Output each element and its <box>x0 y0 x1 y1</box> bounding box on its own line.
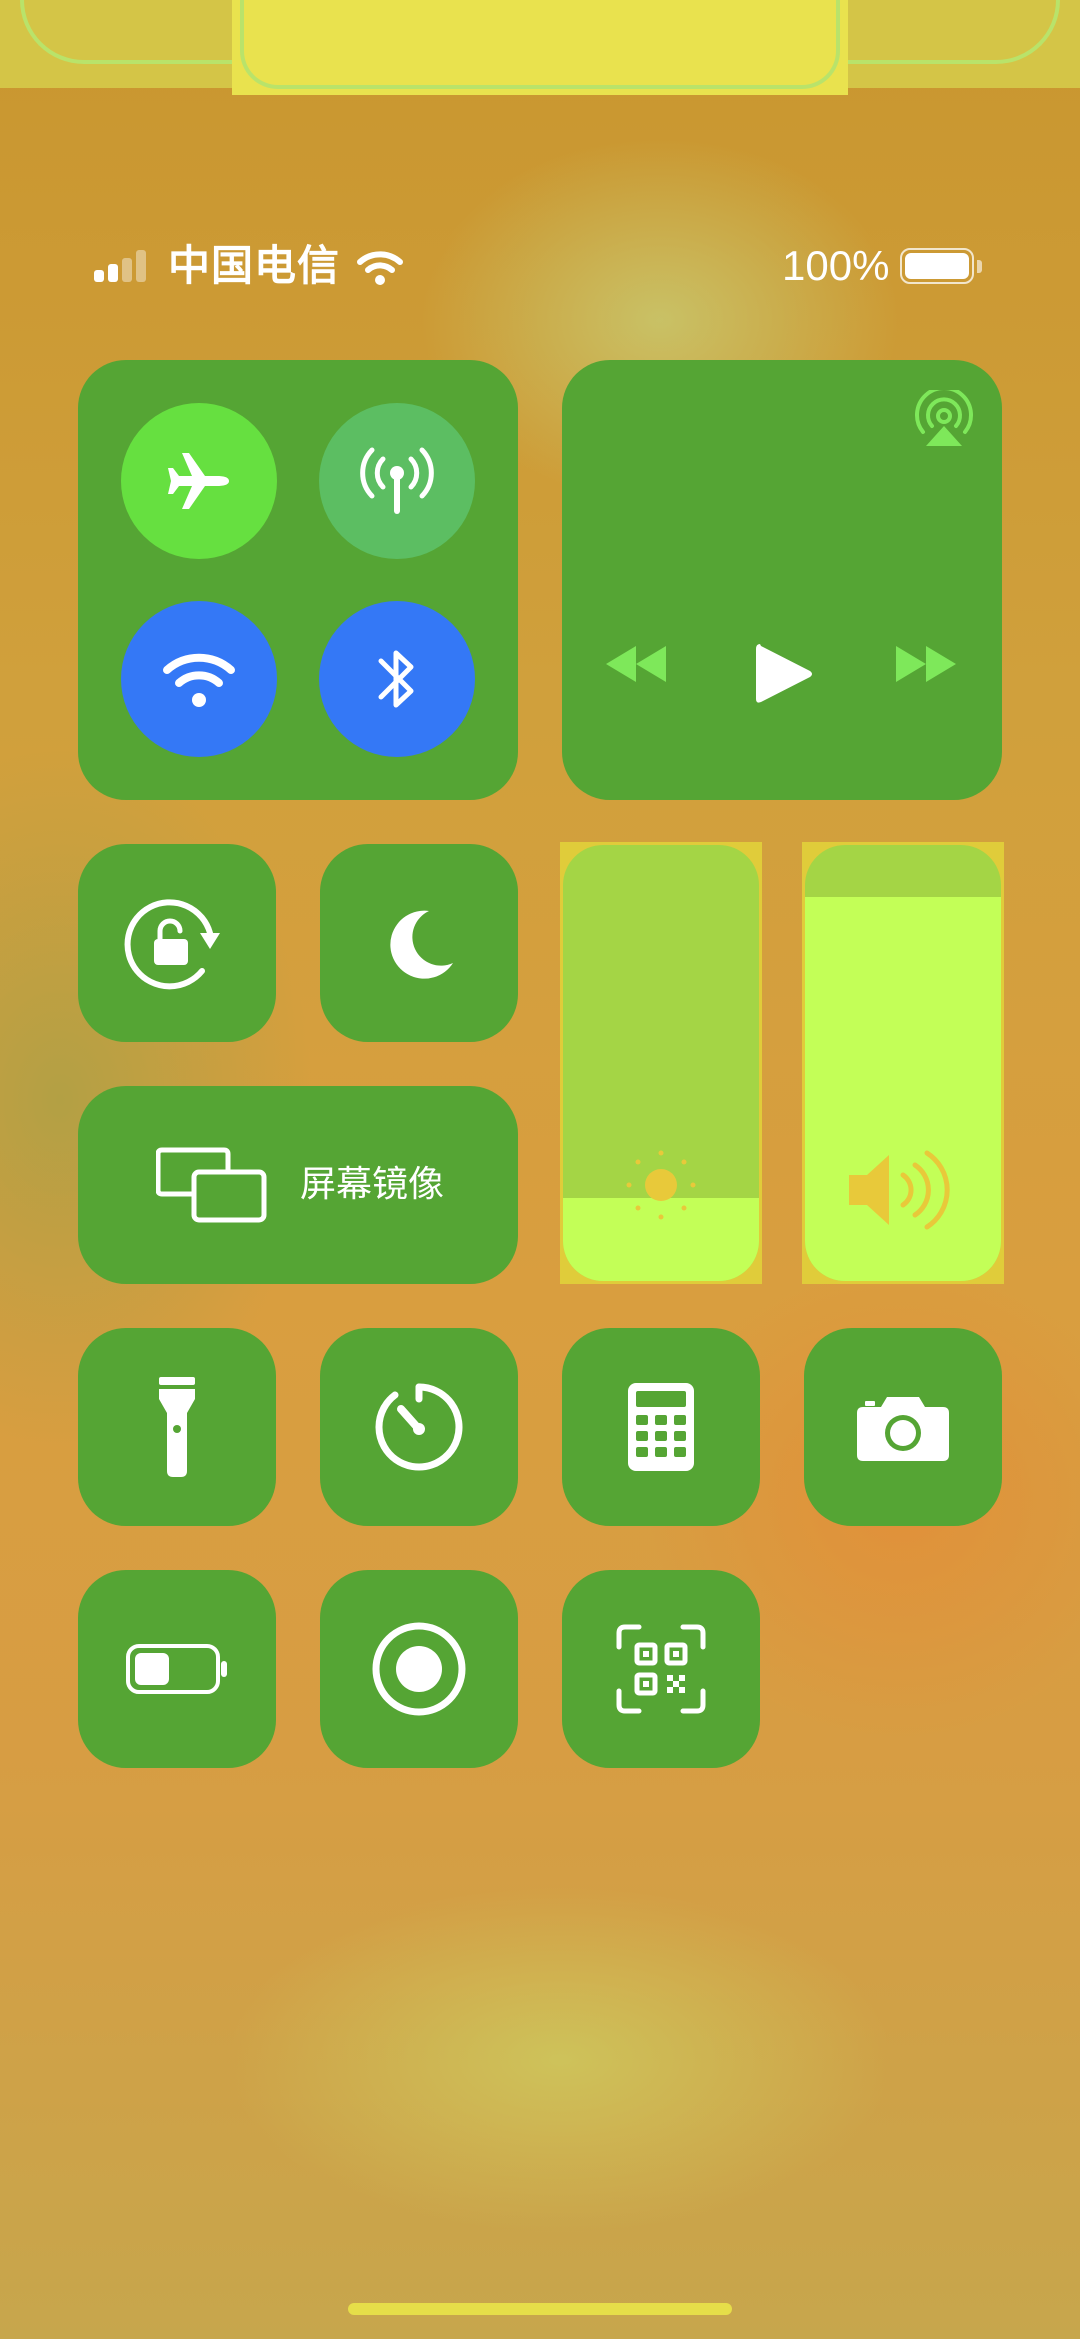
brightness-slider-frame <box>560 842 762 1284</box>
wifi-toggle[interactable] <box>121 601 277 757</box>
screen-mirroring-icon <box>156 1147 267 1223</box>
calculator-icon <box>628 1383 694 1471</box>
moon-icon <box>390 910 453 979</box>
home-indicator[interactable] <box>348 2303 732 2315</box>
bluetooth-icon <box>378 650 414 708</box>
wifi-status-icon <box>356 248 404 291</box>
connectivity-panel <box>78 360 518 800</box>
wifi-icon <box>163 653 235 707</box>
rewind-button[interactable] <box>602 642 670 691</box>
status-bar: 中国电信 100% <box>0 236 1080 296</box>
fast-forward-button[interactable] <box>892 642 960 691</box>
now-playing-panel <box>562 360 1002 800</box>
play-icon <box>756 644 812 703</box>
camera-button[interactable] <box>804 1328 1002 1526</box>
bluetooth-toggle[interactable] <box>319 601 475 757</box>
timer-icon <box>375 1383 463 1471</box>
volume-slider-frame <box>802 842 1004 1284</box>
cellular-data-toggle[interactable] <box>319 403 475 559</box>
camera-icon <box>857 1397 949 1461</box>
brightness-icon <box>626 1150 696 1220</box>
screen-mirroring-button[interactable]: 屏幕镜像 <box>78 1086 518 1284</box>
screen-mirroring-label: 屏幕镜像 <box>300 1163 445 1204</box>
rotation-lock-icon <box>124 899 220 990</box>
notch <box>232 0 848 95</box>
brightness-slider[interactable] <box>563 845 759 1281</box>
battery-percentage: 100% <box>782 242 890 289</box>
top-right-corner <box>836 0 1060 64</box>
battery-icon <box>900 248 984 286</box>
airplay-icon <box>915 386 973 446</box>
top-left-corner <box>20 0 244 64</box>
signal-strength-icon <box>94 250 156 282</box>
timer-button[interactable] <box>320 1328 518 1526</box>
qr-code-scanner-button[interactable] <box>562 1570 760 1768</box>
fast-forward-icon <box>896 646 956 682</box>
calculator-button[interactable] <box>562 1328 760 1526</box>
carrier-name: 中国电信 <box>168 242 341 289</box>
play-button[interactable] <box>752 640 816 713</box>
flashlight-button[interactable] <box>78 1328 276 1526</box>
volume-icon <box>849 1150 950 1230</box>
rotation-lock-button[interactable] <box>78 844 276 1042</box>
volume-slider[interactable] <box>805 845 1001 1281</box>
screen-recording-button[interactable] <box>320 1570 518 1768</box>
cellular-icon <box>360 447 434 514</box>
do-not-disturb-button[interactable] <box>320 844 518 1042</box>
airplane-icon <box>168 453 229 509</box>
low-power-icon <box>126 1644 227 1694</box>
rewind-icon <box>606 646 666 682</box>
low-power-mode-button[interactable] <box>78 1570 276 1768</box>
airplane-mode-toggle[interactable] <box>121 403 277 559</box>
airplay-button[interactable] <box>914 386 974 450</box>
qr-scanner-icon <box>616 1624 706 1714</box>
screen-record-icon <box>372 1622 466 1716</box>
flashlight-icon <box>159 1377 195 1477</box>
